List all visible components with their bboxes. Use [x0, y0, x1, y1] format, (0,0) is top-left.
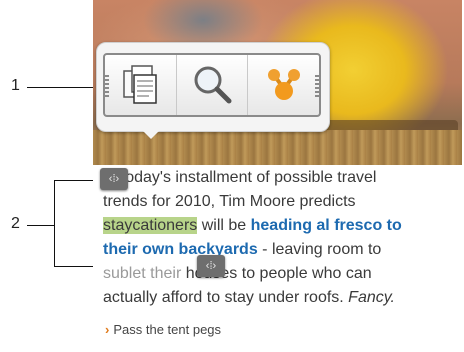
chevron-right-icon: ›	[105, 322, 110, 337]
selected-text[interactable]: staycationers	[103, 217, 198, 234]
article-body[interactable]: In today's installment of possible trave…	[103, 166, 453, 310]
search-button[interactable]	[175, 55, 248, 115]
popup-pointer	[141, 129, 161, 139]
share-icon	[267, 69, 300, 100]
callout-line-2-stem	[27, 225, 54, 226]
quick-actions-popup	[96, 42, 330, 132]
callout-label-2: 2	[11, 215, 20, 232]
callout-label-1: 1	[11, 77, 20, 94]
text-fragment: today's installment of possible travel	[116, 169, 377, 186]
text-fragment: - leaving room to	[257, 241, 382, 258]
selection-start-handle[interactable]: ‹⁞›	[100, 168, 128, 190]
handle-grip-icon: ‹⁞›	[205, 260, 217, 272]
text-fragment: actually afford to stay under roofs.	[103, 289, 349, 306]
text-fragment: will be	[197, 217, 251, 234]
share-button[interactable]	[247, 55, 319, 115]
text-fragment: trends for 2010, Tim Moore predicts	[103, 193, 356, 210]
text-fragment-faint: sublet their	[103, 265, 182, 282]
right-grip-icon	[315, 75, 321, 99]
article-link-cont[interactable]: their own backyards	[103, 241, 258, 258]
copy-icon	[123, 65, 158, 104]
phone-screen: In today's installment of possible trave…	[93, 0, 462, 352]
selection-end-handle[interactable]: ‹⁞›	[197, 255, 225, 277]
callout-line-1	[27, 87, 103, 88]
search-icon	[194, 66, 232, 104]
copy-button[interactable]	[105, 55, 176, 115]
handle-grip-icon: ‹⁞›	[108, 173, 120, 185]
text-emphasis: Fancy.	[348, 289, 395, 306]
next-link-label: Pass the tent pegs	[113, 322, 222, 337]
quick-actions-bar	[103, 53, 321, 117]
callout-bracket	[54, 180, 55, 266]
article-link[interactable]: heading al fresco to	[251, 217, 402, 234]
next-link[interactable]: › Pass the tent pegs	[105, 322, 221, 337]
